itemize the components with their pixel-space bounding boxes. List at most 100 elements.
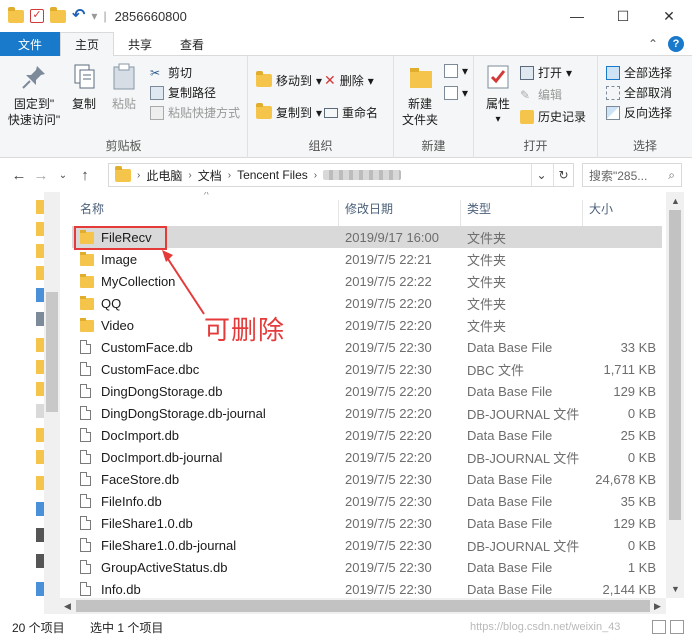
file-row[interactable]: DocImport.db-journal 2019/7/5 22:20 DB-JOU… [72,446,662,468]
recent-locations-icon[interactable]: ⌄ [52,170,74,181]
file-row[interactable]: DingDongStorage.db-journal 2019/7/5 22:20… [72,402,662,424]
file-size: 2,144 KB [602,581,657,597]
copy-icon [74,64,95,89]
forward-arrow-icon[interactable]: → [30,167,52,184]
scroll-left-icon[interactable]: ◀ [64,601,71,612]
file-row[interactable]: DingDongStorage.db 2019/7/5 22:20 Data Bas… [72,380,662,402]
nav-folder-icon[interactable] [36,244,44,258]
copy-to-button[interactable]: 复制到 ▾ [256,103,322,121]
nav-selected-item[interactable] [36,404,44,418]
file-row[interactable]: GroupActiveStatus.db 2019/7/5 22:30 Data B… [72,556,662,578]
new-folder-button[interactable]: 新建 文件夹 [400,62,440,128]
collapse-ribbon-icon[interactable]: ⌃ [648,37,658,51]
nav-folder-icon[interactable] [36,450,44,464]
new-item-button[interactable]: ▾ [444,64,468,78]
vertical-scrollbar-thumb[interactable] [669,210,681,520]
select-none-button[interactable]: 全部取消 [606,84,672,101]
nav-folder-icon[interactable] [36,360,44,374]
file-row[interactable]: Video 2019/7/5 22:20 文件夹 [72,314,662,336]
breadcrumb-this-pc[interactable]: 此电脑 [146,167,182,184]
properties-check-icon[interactable]: ✓ [30,9,44,23]
delete-button[interactable]: ✕ 删除 ▾ [324,72,374,89]
up-arrow-icon[interactable]: ↑ [74,167,96,184]
nav-folder-icon[interactable] [36,222,44,236]
breadcrumb-redacted[interactable] [323,170,402,180]
pin-quick-access-button[interactable]: 固定到" 快速访问" [6,62,62,128]
scroll-right-icon[interactable]: ▶ [654,601,661,612]
help-icon[interactable]: ? [668,35,684,52]
horizontal-scrollbar-thumb[interactable] [76,600,650,612]
column-date[interactable]: 修改日期 [345,200,393,217]
file-name: Video [101,317,135,333]
file-row[interactable]: FileInfo.db 2019/7/5 22:30 Data Base File 3… [72,490,662,512]
file-row[interactable]: MyCollection 2019/7/5 22:22 文件夹 [72,270,662,292]
minimize-button[interactable]: — [554,0,600,32]
paste-button[interactable]: 粘贴 [104,62,144,112]
search-input[interactable]: 搜索"285... ⌕ [582,163,682,187]
file-date: 2019/7/5 22:30 [345,537,432,553]
invert-selection-button[interactable]: 反向选择 [606,104,672,121]
tab-view[interactable]: 查看 [166,32,218,56]
nav-folder-icon[interactable] [36,428,44,442]
breadcrumb-tencent-files[interactable]: Tencent Files [237,168,308,182]
copy-button[interactable]: 复制 [64,62,104,112]
nav-folder-icon[interactable] [36,266,44,280]
new-folder-icon[interactable] [50,6,66,23]
large-icons-view-icon[interactable] [670,620,684,634]
nav-scrollbar-thumb[interactable] [46,292,58,412]
rename-button[interactable]: 重命名 [324,104,378,121]
scroll-up-icon[interactable]: ▲ [671,196,680,206]
nav-drive-icon[interactable] [36,528,44,542]
nav-network-icon[interactable] [36,582,44,596]
edit-button[interactable]: ✎ 编辑 [520,86,562,103]
easy-access-button[interactable]: ▾ [444,86,468,100]
tab-home[interactable]: 主页 [60,32,115,57]
move-to-button[interactable]: 移动到 ▾ [256,71,322,89]
group-open: 属性 ▾ 打开 ▾ ✎ 编辑 历史记录 打开 [474,56,598,158]
nav-drive-icon[interactable] [36,554,44,568]
scroll-down-icon[interactable]: ▼ [671,584,680,594]
tab-file[interactable]: 文件 [0,32,61,56]
nav-folder-icon[interactable] [36,200,44,214]
file-row[interactable]: FaceStore.db 2019/7/5 22:30 Data Base File… [72,468,662,490]
refresh-icon[interactable]: ↻ [553,164,573,186]
details-view-icon[interactable] [652,620,666,634]
nav-folder-icon[interactable] [36,476,44,490]
file-row[interactable]: QQ 2019/7/5 22:20 文件夹 [72,292,662,314]
copy-path-button[interactable]: 复制路径 [150,84,216,101]
file-row[interactable]: FileShare1.0.db 2019/7/5 22:30 Data Base F… [72,512,662,534]
file-row[interactable]: Image 2019/7/5 22:21 文件夹 [72,248,662,270]
open-button[interactable]: 打开 ▾ [520,64,572,81]
file-type: DB-JOURNAL 文件 [467,450,580,466]
nav-folder-icon[interactable] [36,338,44,352]
column-type[interactable]: 类型 [467,200,491,217]
close-button[interactable]: ✕ [646,0,692,32]
address-bar[interactable]: › 此电脑 › 文档 › Tencent Files › ⌄ ↻ [108,163,574,187]
nav-folder-icon[interactable] [36,382,44,396]
file-size: 0 KB [627,449,656,465]
undo-icon[interactable]: ↶ [72,8,85,24]
properties-button[interactable]: 属性 ▾ [480,62,516,128]
folder-icon[interactable] [8,6,24,23]
back-arrow-icon[interactable]: ← [8,167,30,184]
select-all-button[interactable]: 全部选择 [606,64,672,81]
history-button[interactable]: 历史记录 [520,108,586,125]
address-dropdown-icon[interactable]: ⌄ [531,164,551,186]
nav-network-icon[interactable] [36,502,44,516]
file-row[interactable]: Info.db 2019/7/5 22:30 Data Base File 2,144… [72,578,662,598]
file-row[interactable]: FileShare1.0.db-journal 2019/7/5 22:30 DB-… [72,534,662,556]
column-size[interactable]: 大小 [589,200,613,217]
breadcrumb-documents[interactable]: 文档 [198,167,222,184]
nav-pc-icon[interactable] [36,312,44,326]
customize-dropdown-icon[interactable]: ▾ [91,9,97,23]
file-row[interactable]: CustomFace.dbc 2019/7/5 22:30 DBC 文件 1,711 … [72,358,662,380]
file-row[interactable]: CustomFace.db 2019/7/5 22:30 Data Base Fil… [72,336,662,358]
nav-drive-icon[interactable] [36,288,44,302]
column-name[interactable]: 名称 [80,200,104,217]
file-row[interactable]: DocImport.db 2019/7/5 22:20 Data Base File… [72,424,662,446]
paste-shortcut-button[interactable]: 粘贴快捷方式 [150,104,240,121]
cut-button[interactable]: ✂ 剪切 [150,64,192,81]
tab-share[interactable]: 共享 [114,32,166,56]
edit-label: 编辑 [538,88,563,102]
maximize-button[interactable]: ☐ [600,0,646,32]
